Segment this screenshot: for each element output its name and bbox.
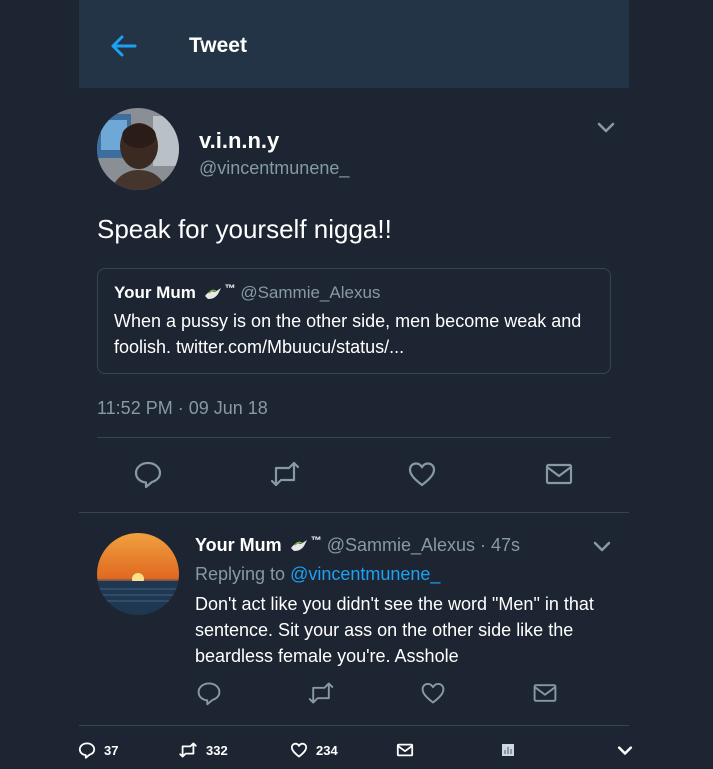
stats-icon [502,744,514,756]
retweet-button[interactable] [305,677,337,709]
back-arrow-icon[interactable] [109,32,137,60]
envelope-icon [545,463,573,485]
reply-author-name[interactable]: Your Mum [195,535,282,555]
direct-message-button[interactable] [543,458,575,490]
dm-button[interactable] [396,741,414,759]
reply-count: 37 [104,742,119,758]
retweet-icon [270,461,300,487]
retweet-count: 332 [206,742,228,758]
reply-button[interactable] [193,677,225,709]
retweet-icon [308,682,334,704]
tweet-text: Speak for yourself nigga!! [97,214,392,244]
chevron-down-icon[interactable] [597,122,615,134]
envelope-icon [533,684,557,702]
user-handle[interactable]: @vincentmunene_ [199,158,349,179]
page-title: Tweet [189,34,247,57]
tweet-actions [79,458,629,498]
direct-message-button[interactable] [529,677,561,709]
chevron-down-icon [617,746,633,755]
stats-button[interactable] [502,744,514,756]
reply-icon [134,461,162,489]
dove-emoji-icon [204,287,221,299]
like-count: 234 [316,742,338,758]
reply-icon [78,742,96,759]
heart-icon [408,462,436,487]
display-name[interactable]: v.i.n.n.y [199,128,279,154]
reply-handle-time[interactable]: @Sammie_Alexus · 47s [327,535,520,555]
like-button[interactable] [417,677,449,709]
quoted-author-handle: @Sammie_Alexus [240,283,381,302]
retweet-icon [179,742,197,758]
reply-text: Don't act like you didn't see the word "… [195,594,594,666]
reply-button[interactable] [132,458,164,490]
main-tweet: v.i.n.n.y @vincentmunene_ Speak for your… [79,88,629,512]
tweet-timestamp: 11:52 PM · 09 Jun 18 [97,398,268,418]
avatar[interactable] [97,533,179,615]
bottom-action-bar: 37 332 234 [0,733,713,769]
reply-actions [119,677,629,717]
quoted-tweet-header: Your Mum ™ @Sammie_Alexus [114,283,594,303]
reply-tweet[interactable]: Your Mum ™ @Sammie_Alexus · 47s Replying… [79,512,629,726]
header-bar: Tweet [79,0,629,88]
reply-count-button[interactable]: 37 [78,741,118,759]
dove-emoji-icon [290,540,307,552]
retweet-count-button[interactable]: 332 [178,741,228,759]
divider [97,437,611,438]
trademark-mark: ™ [310,535,322,547]
replying-to: Replying to @vincentmunene_ [195,564,440,585]
quoted-tweet[interactable]: Your Mum ™ @Sammie_Alexus When a pussy i… [97,268,611,374]
retweet-button[interactable] [269,458,301,490]
replying-to-link[interactable]: @vincentmunene_ [290,564,440,584]
more-button[interactable] [617,746,633,756]
heart-icon [290,742,308,758]
trademark-mark: ™ [224,283,236,295]
envelope-icon [396,743,414,757]
chevron-down-icon[interactable] [593,541,611,553]
heart-icon [421,682,445,704]
quoted-author-name: Your Mum [114,283,196,302]
reply-icon [197,682,221,706]
replying-to-label: Replying to [195,564,291,584]
reply-header: Your Mum ™ @Sammie_Alexus · 47s [195,535,520,556]
quoted-tweet-text: When a pussy is on the other side, men b… [114,311,582,357]
avatar[interactable] [97,108,179,190]
like-count-button[interactable]: 234 [290,741,338,759]
like-button[interactable] [406,458,438,490]
